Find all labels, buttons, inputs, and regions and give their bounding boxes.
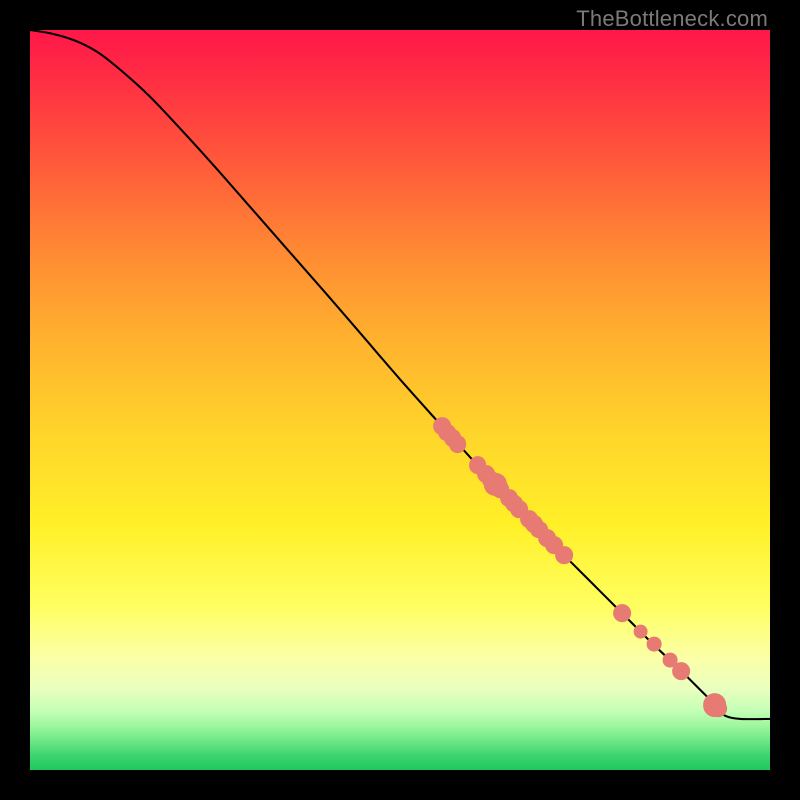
attribution-text: TheBottleneck.com xyxy=(576,6,768,32)
data-point xyxy=(555,547,573,565)
plot-area xyxy=(30,30,770,770)
curve-path xyxy=(30,30,770,719)
data-point xyxy=(709,700,727,718)
chart-stage: TheBottleneck.com xyxy=(0,0,800,800)
data-point xyxy=(633,624,648,639)
data-point xyxy=(613,604,631,622)
data-point xyxy=(672,662,690,680)
data-point xyxy=(646,637,661,652)
data-point xyxy=(449,436,467,454)
curve-svg xyxy=(30,30,770,770)
